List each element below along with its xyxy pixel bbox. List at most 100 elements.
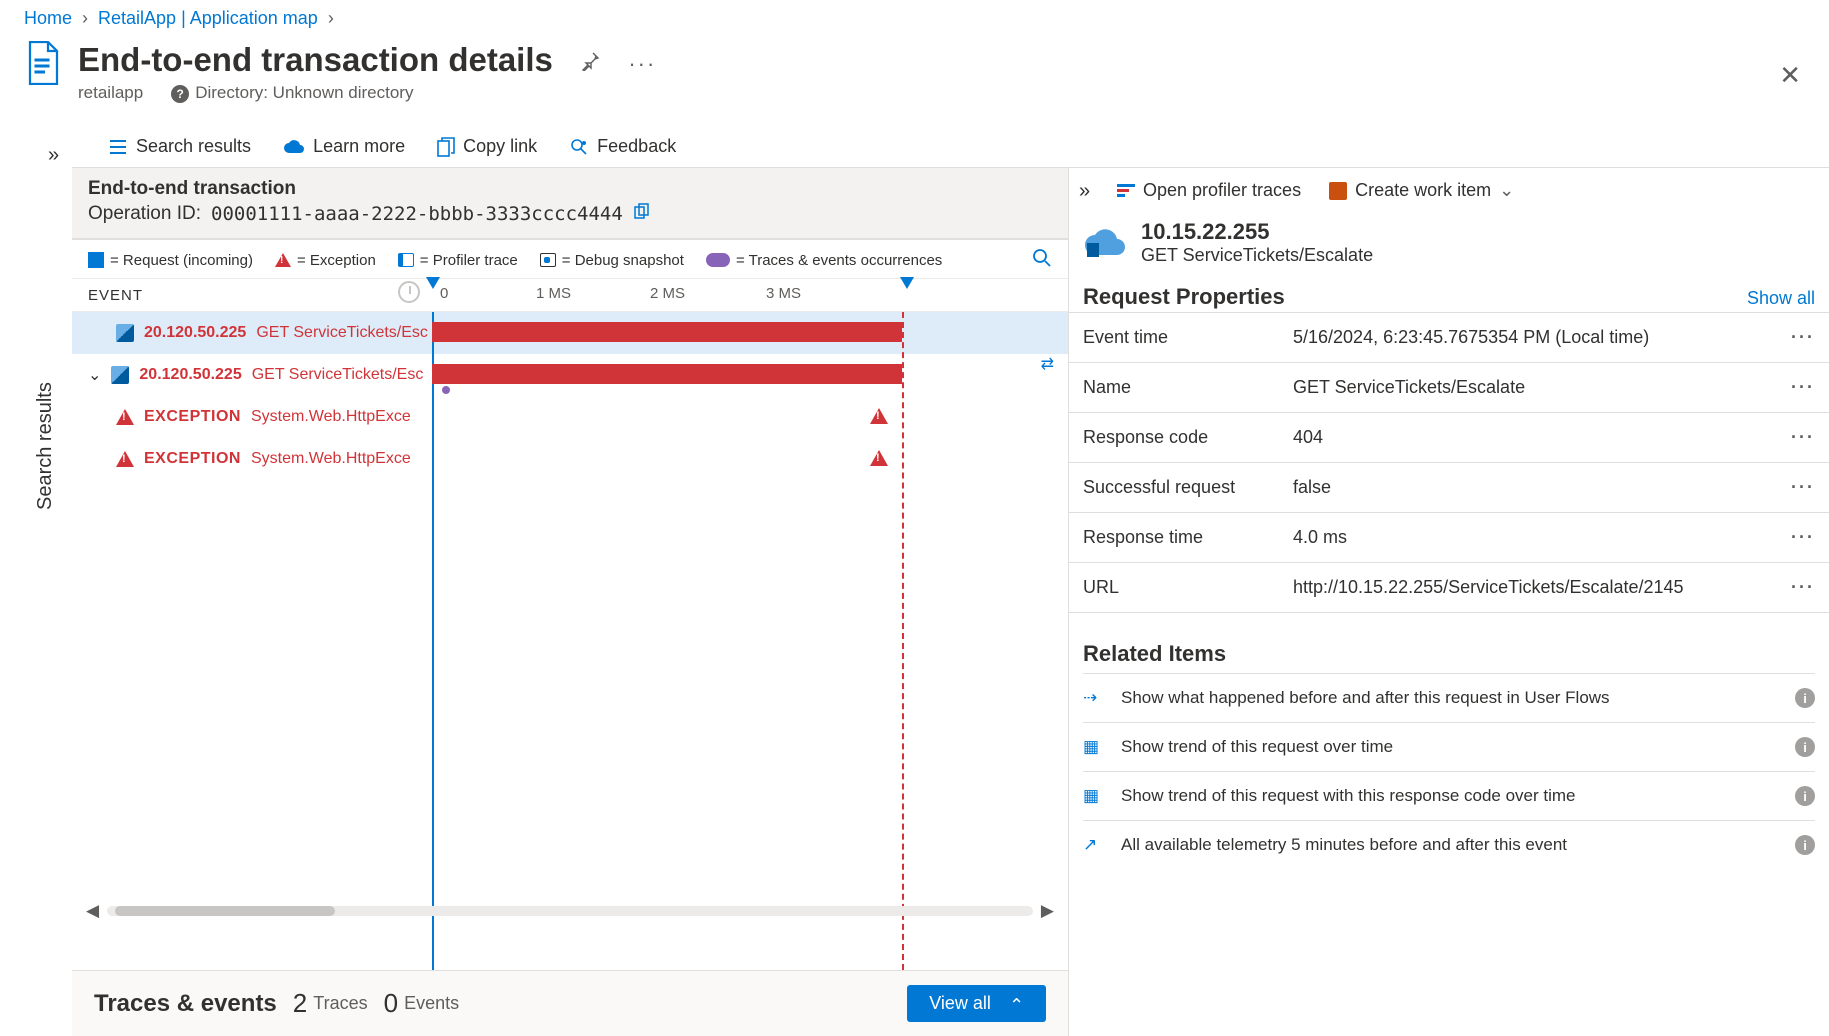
cloud-server-icon [1083,225,1127,261]
info-icon[interactable]: i [1795,737,1815,757]
work-item-icon [1329,182,1347,200]
chevron-down-icon[interactable]: ⌄ [88,365,101,385]
exception-legend-icon [275,253,291,267]
pin-icon[interactable] [580,56,605,75]
timeline-row-request[interactable]: ⌄20.120.50.225GET ServiceTickets/Esc ⇄ [72,354,1068,396]
search-results-button[interactable]: Search results [108,136,251,157]
copy-icon [437,137,455,157]
flow-icon[interactable]: ⇄ [1041,354,1054,374]
open-profiler-button[interactable]: Open profiler traces [1117,180,1301,201]
info-icon: ? [171,85,189,103]
clock-icon [398,281,420,303]
request-bar [432,322,902,342]
scroll-left-icon[interactable]: ◀ [86,901,99,921]
directory-label: Directory: Unknown directory [195,83,413,102]
request-legend-icon [88,252,104,268]
flow-icon: ⇢ [1083,688,1103,708]
related-item[interactable]: ⇢Show what happened before and after thi… [1083,673,1815,722]
show-all-link[interactable]: Show all [1747,288,1815,309]
target-resource: 10.15.22.255GET ServiceTickets/Escalate [1069,215,1829,274]
request-bar [432,364,902,384]
close-icon[interactable]: ✕ [1779,60,1801,91]
info-icon[interactable]: i [1795,835,1815,855]
row-menu-icon[interactable]: ··· [1791,377,1815,398]
row-menu-icon[interactable]: ··· [1791,577,1815,598]
related-items-list: ⇢Show what happened before and after thi… [1069,669,1829,873]
learn-more-button[interactable]: Learn more [283,136,405,157]
target-op: GET ServiceTickets/Escalate [1141,245,1373,266]
row-menu-icon[interactable]: ··· [1791,327,1815,348]
page-title: End-to-end transaction details [78,41,553,79]
document-icon [24,41,64,87]
related-item[interactable]: ▦Show trend of this request with this re… [1083,771,1815,820]
horizontal-scrollbar[interactable]: ◀ ▶ [86,900,1054,922]
row-menu-icon[interactable]: ··· [1791,527,1815,548]
copy-link-button[interactable]: Copy link [437,136,537,157]
left-rail: » Search results [0,130,72,1036]
expand-icon: ↗ [1083,835,1103,855]
feedback-button[interactable]: Feedback [569,136,676,157]
chevron-down-icon: ⌄ [1499,180,1514,201]
profiler-icon [1117,184,1135,198]
timeline-axis: EVENT 0 1 MS 2 MS 3 MS [72,279,1068,312]
chart-icon: ▦ [1083,786,1103,806]
timeline-row-exception[interactable]: EXCEPTIONSystem.Web.HttpExce [72,438,1068,480]
snapshot-legend-icon [540,253,556,267]
scroll-right-icon[interactable]: ▶ [1041,901,1054,921]
cloud-icon [283,139,305,155]
range-end-handle[interactable] [900,277,914,289]
property-row: Response code404··· [1069,412,1829,462]
info-icon[interactable]: i [1795,688,1815,708]
breadcrumb-app[interactable]: RetailApp | Application map [98,8,318,29]
timeline-row-request[interactable]: 20.120.50.225GET ServiceTickets/Esc [72,312,1068,354]
search-icon[interactable] [1032,248,1052,272]
operation-id: 00001111-aaaa-2222-bbbb-3333cccc4444 [211,203,623,225]
traces-count: 2 [293,988,307,1019]
event-column-header: EVENT [88,287,432,304]
range-start-handle[interactable] [426,277,440,289]
collapse-panel-icon[interactable]: » [1079,180,1090,203]
timeline-row-exception[interactable]: EXCEPTIONSystem.Web.HttpExce [72,396,1068,438]
rail-label: Search results [34,382,57,510]
exception-marker [870,408,888,424]
row-menu-icon[interactable]: ··· [1791,427,1815,448]
property-row: Event time5/16/2024, 6:23:45.7675354 PM … [1069,312,1829,362]
transaction-timeline: End-to-end transaction Operation ID: 000… [72,168,1069,1036]
more-icon[interactable]: ··· [628,51,656,76]
chevron-right-icon: › [82,8,88,29]
server-icon [116,324,134,342]
copy-id-icon[interactable] [633,202,651,226]
traces-legend-icon [706,253,730,267]
property-row: URLhttp://10.15.22.255/ServiceTickets/Es… [1069,562,1829,612]
server-icon [111,366,129,384]
row-menu-icon[interactable]: ··· [1791,477,1815,498]
traces-footer: Traces & events 2Traces 0Events View all… [72,970,1068,1036]
breadcrumb-home[interactable]: Home [24,8,72,29]
property-row: NameGET ServiceTickets/Escalate··· [1069,362,1829,412]
chart-icon: ▦ [1083,737,1103,757]
list-icon [108,138,128,156]
trace-marker [442,386,450,394]
related-item[interactable]: ▦Show trend of this request over timei [1083,722,1815,771]
page-header: End-to-end transaction details ··· retai… [0,33,1829,115]
breadcrumb: Home › RetailApp | Application map › [0,0,1829,33]
chevron-right-icon: › [328,8,334,29]
expand-rail-icon[interactable]: » [48,144,59,167]
toolbar: Search results Learn more Copy link Feed… [72,132,1829,167]
info-icon[interactable]: i [1795,786,1815,806]
related-item[interactable]: ↗All available telemetry 5 minutes befor… [1083,820,1815,869]
timeline-title: End-to-end transaction [88,178,1052,200]
exception-icon [116,451,134,467]
property-row: Successful requestfalse··· [1069,462,1829,512]
feedback-icon [569,137,589,157]
properties-panel: » Open profiler traces Create work item⌄… [1069,168,1829,1036]
create-work-item-button[interactable]: Create work item⌄ [1329,180,1514,201]
view-all-button[interactable]: View all⌄ [907,985,1046,1022]
events-count: 0 [384,988,398,1019]
scroll-thumb[interactable] [115,906,335,916]
request-properties-title: Request Properties [1083,284,1285,310]
operation-id-label: Operation ID: [88,203,201,225]
legend: = Request (incoming) = Exception = Profi… [72,240,1068,279]
chevron-up-icon: ⌄ [1009,993,1024,1014]
target-ip: 10.15.22.255 [1141,219,1373,245]
